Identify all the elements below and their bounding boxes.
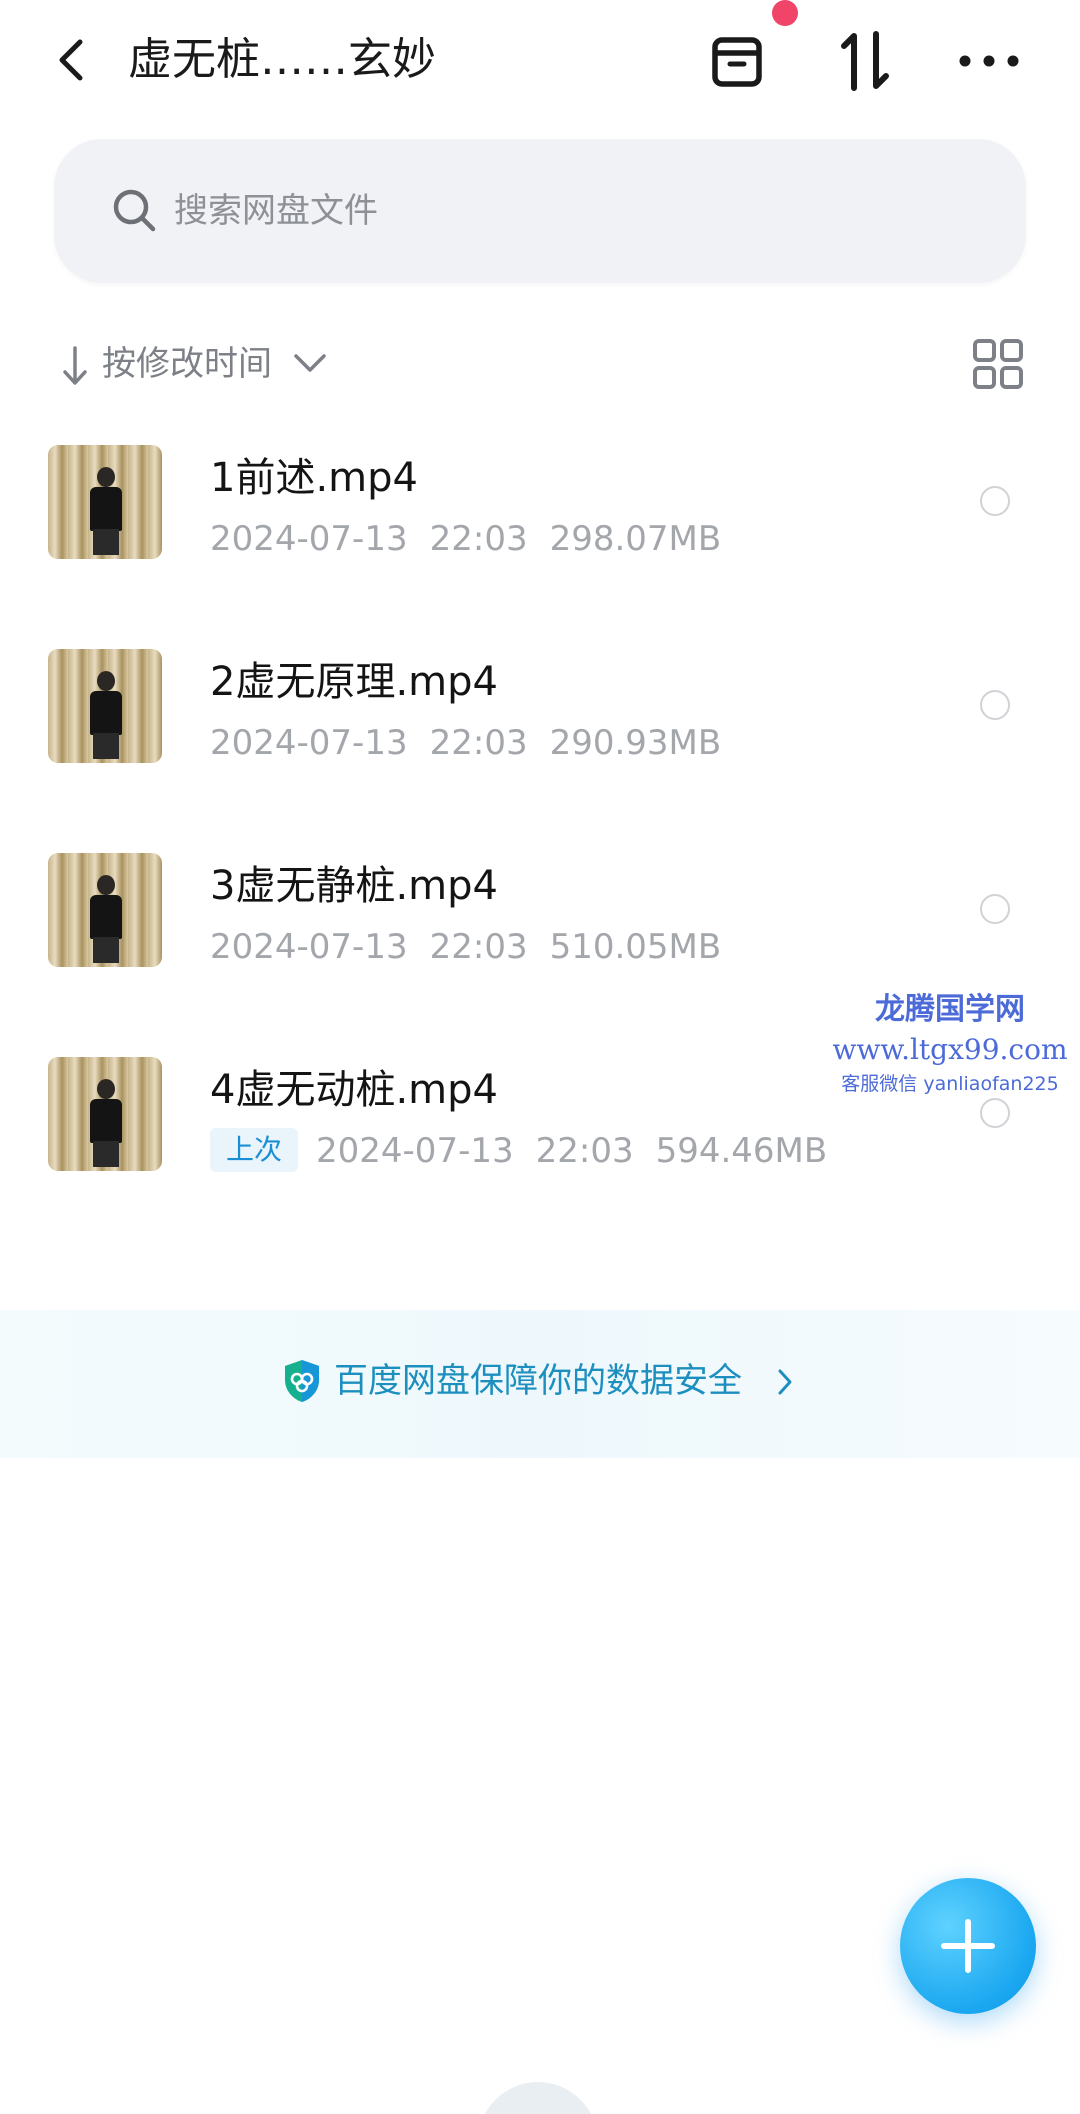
security-banner[interactable]: 百度网盘保障你的数据安全 — [0, 1310, 1080, 1458]
file-name: 1前述.mp4 — [210, 455, 418, 501]
file-row[interactable]: 2虚无原理.mp4 2024-07-13 22:03 290.93MB — [0, 634, 1080, 804]
file-name: 2虚无原理.mp4 — [210, 659, 498, 705]
archive-icon — [712, 37, 762, 87]
watermark: 龙腾国学网 www.ltgx99.com 客服微信 yanliaofan225 — [820, 990, 1080, 1098]
video-thumbnail — [48, 853, 162, 967]
last-viewed-badge: 上次 — [210, 1128, 299, 1172]
top-bar: 虚无桩……玄妙 — [0, 0, 1080, 125]
arrow-down-icon — [63, 346, 87, 385]
sort-label: 按修改时间 — [102, 344, 272, 384]
select-checkbox[interactable] — [980, 486, 1010, 516]
view-toggle-button[interactable] — [972, 338, 1024, 390]
sort-arrows-icon — [841, 31, 889, 91]
video-thumbnail — [48, 1057, 162, 1171]
video-thumbnail — [48, 649, 162, 763]
file-date: 2024-07-13 — [316, 1131, 514, 1171]
file-date: 2024-07-13 — [210, 519, 408, 559]
back-button[interactable] — [40, 28, 100, 92]
chevron-down-icon — [294, 354, 326, 372]
select-checkbox[interactable] — [980, 1098, 1010, 1128]
select-checkbox[interactable] — [980, 690, 1010, 720]
file-meta: 2024-07-13 22:03 290.93MB — [210, 718, 743, 768]
file-row[interactable]: 3虚无静桩.mp4 2024-07-13 22:03 510.05MB — [0, 838, 1080, 1008]
watermark-contact: 客服微信 yanliaofan225 — [841, 1073, 1059, 1095]
file-time: 22:03 — [429, 927, 528, 967]
file-meta: 上次 2024-07-13 22:03 594.46MB — [210, 1126, 849, 1176]
file-meta: 2024-07-13 22:03 298.07MB — [210, 514, 743, 564]
security-text: 百度网盘保障你的数据安全 — [334, 1361, 742, 1401]
file-date: 2024-07-13 — [210, 927, 408, 967]
file-row[interactable]: 1前述.mp4 2024-07-13 22:03 298.07MB — [0, 430, 1080, 600]
file-browser-screen: 虚无桩……玄妙 搜索网盘文件 按修改时间 1前述.mp4 2024-07-13 … — [0, 0, 1080, 2114]
file-time: 22:03 — [535, 1131, 634, 1171]
plus-icon — [941, 1919, 995, 1973]
transfer-button[interactable] — [830, 26, 900, 96]
file-meta: 2024-07-13 22:03 510.05MB — [210, 922, 743, 972]
add-button[interactable] — [900, 1878, 1036, 2014]
file-size: 290.93MB — [549, 723, 722, 763]
file-size: 510.05MB — [549, 927, 722, 967]
search-placeholder: 搜索网盘文件 — [174, 191, 378, 231]
chevron-right-icon — [778, 1369, 792, 1395]
search-input[interactable]: 搜索网盘文件 — [54, 139, 1026, 283]
file-time: 22:03 — [429, 519, 528, 559]
grid-view-icon — [973, 339, 1023, 389]
file-name: 4虚无动桩.mp4 — [210, 1067, 498, 1113]
file-size: 298.07MB — [549, 519, 722, 559]
more-button[interactable] — [954, 26, 1024, 96]
video-thumbnail — [48, 445, 162, 559]
more-dots-icon — [959, 55, 1019, 67]
shield-icon — [285, 1360, 319, 1402]
file-date: 2024-07-13 — [210, 723, 408, 763]
chevron-left-icon — [59, 39, 83, 81]
bottom-handle[interactable] — [478, 2082, 598, 2114]
watermark-name: 龙腾国学网 — [875, 992, 1025, 1027]
archive-button[interactable] — [702, 26, 772, 96]
search-icon — [113, 189, 156, 232]
file-name: 3虚无静桩.mp4 — [210, 863, 498, 909]
notification-dot — [772, 0, 798, 26]
page-title: 虚无桩……玄妙 — [128, 34, 436, 85]
file-time: 22:03 — [429, 723, 528, 763]
file-size: 594.46MB — [655, 1131, 828, 1171]
watermark-url: www.ltgx99.com — [832, 1033, 1068, 1066]
select-checkbox[interactable] — [980, 894, 1010, 924]
